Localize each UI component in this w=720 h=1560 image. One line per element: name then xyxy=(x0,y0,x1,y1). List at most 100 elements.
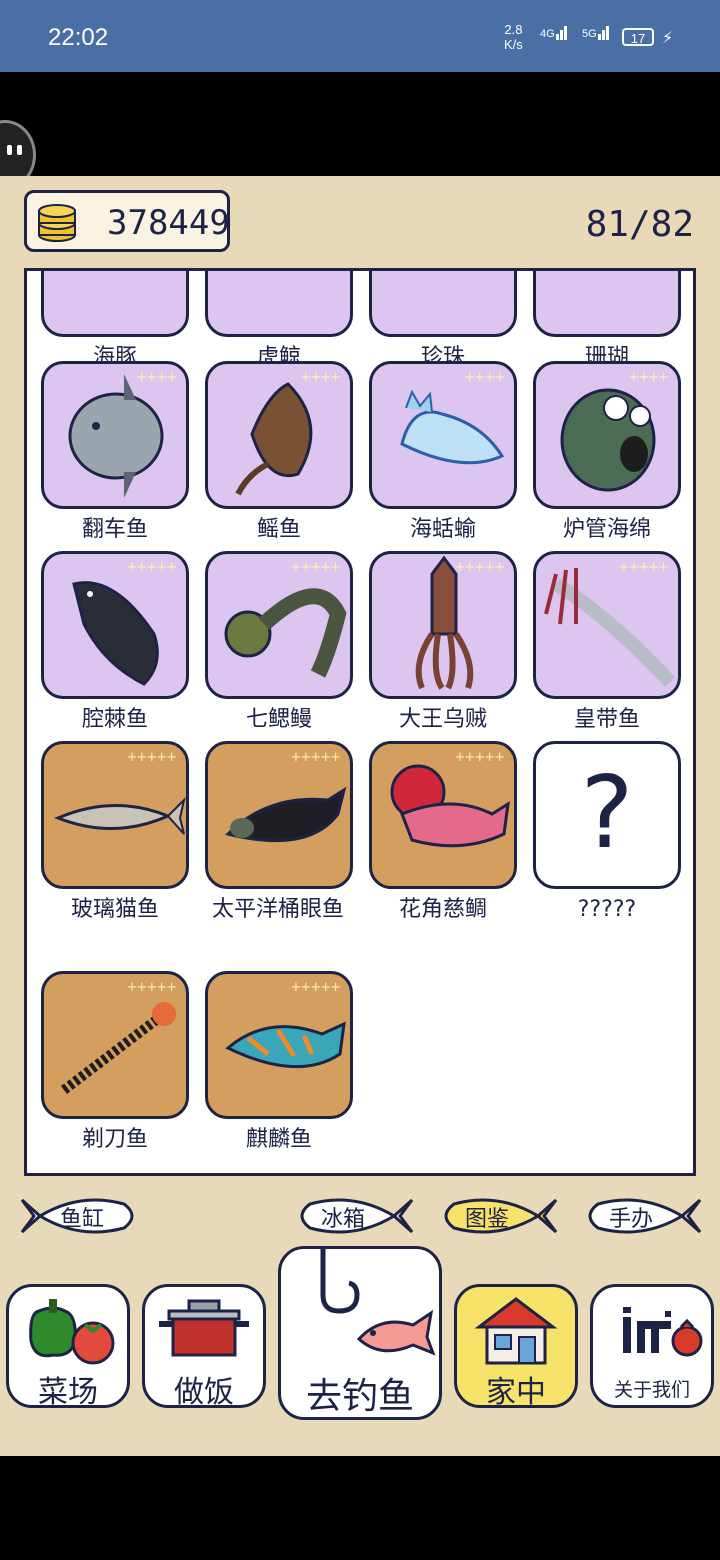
unknown-fish-mark: ? xyxy=(580,754,634,871)
collection-item[interactable]: +++++ xyxy=(369,551,517,699)
rarity-stars: +++++ xyxy=(454,560,505,575)
collection-item[interactable]: ++++ xyxy=(41,361,189,509)
fish-illustration xyxy=(54,796,186,835)
collection-item-name: ????? xyxy=(577,897,637,922)
collection-item-name: 炉管海绵 xyxy=(562,517,651,542)
tab-label: 手办 xyxy=(608,1207,653,1232)
clock: 22:02 xyxy=(48,24,109,51)
signal-icon: 5G xyxy=(582,26,609,40)
collection-item-name: 玻璃猫鱼 xyxy=(70,897,159,922)
fish-illustration xyxy=(560,388,656,492)
vegetables-icon xyxy=(29,1299,115,1365)
collection-item[interactable]: ? xyxy=(533,741,681,889)
rarity-stars: +++++ xyxy=(290,750,341,765)
collection-item-name: 麒麟鱼 xyxy=(245,1127,312,1152)
collection-item[interactable]: ++++ xyxy=(205,361,353,509)
collection-item[interactable]: +++++ xyxy=(369,741,517,889)
collection-item-name: 海蛞蝓 xyxy=(409,517,476,542)
coin-stack-icon xyxy=(38,204,76,242)
nav-label: 家中 xyxy=(486,1375,546,1408)
tab-encyclopedia[interactable]: 图鉴 xyxy=(432,1194,558,1238)
nav-market[interactable]: 菜场 xyxy=(6,1284,130,1408)
fish-illustration xyxy=(68,374,164,498)
tab-label: 图鉴 xyxy=(464,1207,509,1232)
network-speed: 2.8 K/s xyxy=(504,22,523,52)
collection-item[interactable]: +++++ xyxy=(41,971,189,1119)
fish-illustration xyxy=(400,389,505,465)
tab-fish-tank[interactable]: 鱼缸 xyxy=(20,1194,144,1238)
collection-item-name: 太平洋桶眼鱼 xyxy=(211,897,344,922)
rarity-stars: +++++ xyxy=(126,560,177,575)
rarity-stars: ++++ xyxy=(300,370,341,385)
fish-illustration xyxy=(225,786,347,843)
fish-illustration xyxy=(544,568,676,687)
tab-figures[interactable]: 手办 xyxy=(576,1194,702,1238)
nav-go-fishing[interactable]: 去钓鱼 xyxy=(278,1246,442,1420)
rarity-stars: ++++ xyxy=(628,370,669,385)
about-us-icon xyxy=(623,1307,703,1357)
signal-type-2: 5G xyxy=(582,28,597,40)
rarity-stars: +++++ xyxy=(454,750,505,765)
collection-item[interactable]: +++++ xyxy=(205,551,353,699)
collection-item[interactable]: ++++ xyxy=(369,361,517,509)
coin-value: 378449 xyxy=(107,203,230,243)
fish-illustration xyxy=(536,268,678,334)
rarity-stars: +++++ xyxy=(126,750,177,765)
coin-counter: 378449 xyxy=(24,190,230,252)
charging-icon: ⚡ xyxy=(662,28,674,47)
collection-item-name: 七鳃鳗 xyxy=(245,707,312,732)
collection-item[interactable] xyxy=(205,268,353,337)
collection-item-name: 皇带鱼 xyxy=(573,707,640,732)
house-icon xyxy=(474,1297,558,1365)
fish-illustration xyxy=(72,581,159,686)
tab-fridge[interactable]: 冰箱 xyxy=(288,1194,414,1238)
nav-label: 关于我们 xyxy=(613,1379,690,1401)
collection-item[interactable]: +++++ xyxy=(205,971,353,1119)
nav-about-us[interactable]: 关于我们 xyxy=(590,1284,714,1408)
status-bar: 22:02 2.8 K/s 4G 5G 17 ⚡ xyxy=(0,0,720,72)
fish-illustration xyxy=(224,588,347,678)
fish-illustration xyxy=(208,268,350,334)
fish-illustration xyxy=(415,555,474,690)
collection-item-name: 腔棘鱼 xyxy=(81,707,148,732)
network-speed-unit: K/s xyxy=(504,37,523,52)
collection-item-name: 花角慈鲷 xyxy=(398,897,487,922)
signal-type-1: 4G xyxy=(540,28,555,40)
nav-home[interactable]: 家中 xyxy=(454,1284,578,1408)
collection-item[interactable]: ++++ xyxy=(533,361,681,509)
rarity-stars: ++++ xyxy=(464,370,505,385)
collection-item[interactable]: +++++ xyxy=(205,741,353,889)
fish-illustration xyxy=(44,268,186,334)
system-navigation-bar xyxy=(0,1456,720,1560)
nav-label: 做饭 xyxy=(174,1375,234,1408)
rarity-stars: +++++ xyxy=(290,560,341,575)
fish-illustration xyxy=(372,268,514,334)
fishing-hook-icon xyxy=(320,1249,436,1356)
pot-icon xyxy=(159,1299,249,1357)
network-speed-value: 2.8 xyxy=(504,22,523,37)
signal-icon: 4G xyxy=(540,26,567,40)
fish-illustration xyxy=(225,1021,346,1069)
nav-cook[interactable]: 做饭 xyxy=(142,1284,266,1408)
fish-illustration xyxy=(390,764,510,848)
collection-item-name: 大王乌贼 xyxy=(398,707,487,732)
collection-item[interactable]: +++++ xyxy=(533,551,681,699)
collection-item-name: 剃刀鱼 xyxy=(81,1127,148,1152)
rarity-stars: ++++ xyxy=(136,370,177,385)
fish-illustration xyxy=(235,382,313,496)
collection-grid[interactable]: 海豚 虎鲸 珍珠 珊瑚 ++++ 翻车鱼 ++++ 鳐鱼 ++++ 海蛞蝓 ++++ 炉管海绵 ++++… xyxy=(24,268,696,1176)
collection-item[interactable] xyxy=(533,268,681,337)
collection-item[interactable]: +++++ xyxy=(41,551,189,699)
collection-item[interactable] xyxy=(41,268,189,337)
collection-item-name: 翻车鱼 xyxy=(81,517,148,542)
collection-progress: 81/82 xyxy=(585,204,694,245)
rarity-stars: +++++ xyxy=(618,560,669,575)
rarity-stars: +++++ xyxy=(126,980,177,995)
tab-label: 冰箱 xyxy=(320,1207,365,1232)
collection-item[interactable]: +++++ xyxy=(41,741,189,889)
nav-label: 去钓鱼 xyxy=(305,1376,414,1417)
fish-illustration xyxy=(60,1002,176,1094)
tab-label: 鱼缸 xyxy=(59,1207,104,1232)
collection-item[interactable] xyxy=(369,268,517,337)
battery-icon: 17 xyxy=(622,28,654,46)
